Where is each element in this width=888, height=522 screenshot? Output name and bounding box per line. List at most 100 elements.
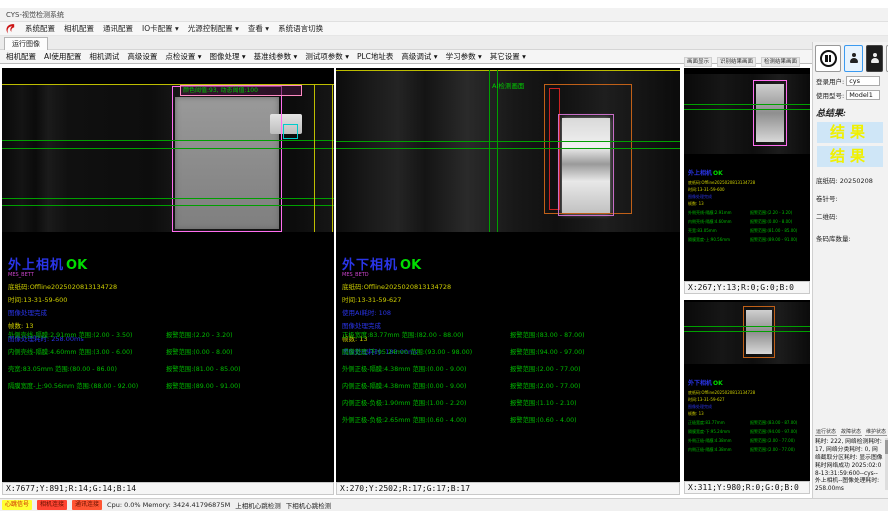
thumb-alarm: 报警范围:(2.00 - 77.00) [750, 438, 806, 444]
menu-item-system-config[interactable]: 系统配置 [25, 23, 55, 34]
roi-rect [753, 80, 787, 146]
tool-image-processing[interactable]: 图像处理 ▾ [210, 51, 246, 62]
measure-name: 隔膜宽度-上:90.56mm [8, 383, 74, 390]
measure-range: 范围:(88.00 - 92.00) [76, 383, 138, 390]
baseline [336, 148, 680, 149]
time-line: 时间:13-31-59-627 [342, 294, 672, 304]
comm-connection-badge: 通讯连接 [72, 500, 102, 510]
menu-item-camera-config[interactable]: 相机配置 [64, 23, 94, 34]
baseline [2, 148, 334, 149]
status-bar: 心跳信号 相机连接 通讯连接 Cpu: 0.0% Memory: 3424.41… [0, 498, 888, 511]
menu-item-language-switch[interactable]: 系统语言切换 [278, 23, 323, 34]
tool-ai-config[interactable]: AI使用配置 [44, 51, 81, 62]
baseline [684, 109, 810, 110]
tool-camera-config[interactable]: 相机配置 [6, 51, 36, 62]
thumb-tab-recognition[interactable]: 识别结果画面 [717, 57, 756, 67]
thumbnail-view-lower[interactable]: 外下相机OK 底纸码:Offline2025020813134728 时间:13… [684, 300, 810, 494]
ai-elapsed-line: 使用AI耗时: 108 [342, 307, 672, 317]
thumbnail-view-tabs: 画面显示 识别结果画面 检测结果画面 [684, 56, 810, 67]
thumb2-code: 底纸码:Offline2025020813134728 [688, 390, 806, 396]
baseline [684, 331, 810, 332]
thumb-measure: 内侧壳线-隔膜:4.60mm [688, 219, 750, 225]
measure-name: 壳宽:83.05mm [8, 366, 53, 373]
tool-other-settings[interactable]: 其它设置 ▾ [490, 51, 526, 62]
log-tab-run[interactable]: 运行状态 [815, 428, 837, 436]
tool-test-params[interactable]: 测试项参数 ▾ [305, 51, 349, 62]
model-field[interactable]: Model1 [846, 90, 880, 100]
menu-item-comm-config[interactable]: 通讯配置 [103, 23, 133, 34]
measure-range: 范围:(0.00 - 9.00) [412, 366, 466, 373]
measure-name: 内侧壳线-隔膜:4.60mm [8, 349, 76, 356]
roi-rect [743, 306, 775, 358]
thumb2-info: 外下相机OK 底纸码:Offline2025020813134728 时间:13… [688, 370, 806, 453]
operator-button[interactable] [866, 45, 883, 72]
thumb-measure: 内侧正极-隔膜:4.38mm [688, 447, 750, 453]
thumb-measure: 隔膜宽度-上:90.56mm [688, 237, 750, 243]
thumb2-time: 时间:13-31-59-627 [688, 397, 806, 403]
tool-plc-address[interactable]: PLC地址表 [357, 51, 393, 62]
thumb-measure: 外侧壳线-隔膜:2.91mm [688, 210, 750, 216]
tab-strip: 运行图像 [0, 36, 888, 50]
tool-spot-check[interactable]: 点检设置 ▾ [165, 51, 201, 62]
measure-name: 外侧壳线-隔膜:2.91mm [8, 332, 76, 339]
camera-view-lower[interactable]: AI检测画面 外下相机OK MES_BETD 底纸码:Offline202502… [336, 68, 680, 495]
measurement-row: 外侧正极-负极:2.65mm 范围:(0.60 - 4.00)报警范围:(0.6… [342, 415, 676, 424]
user-icon [848, 53, 859, 64]
log-tab-fault[interactable]: 故障状态 [840, 428, 862, 436]
thumb-tab-display[interactable]: 画面显示 [684, 57, 712, 67]
tool-camera-debug[interactable]: 相机调试 [89, 51, 119, 62]
log-tab-maintenance[interactable]: 维护状态 [865, 428, 887, 436]
camera-view-upper[interactable]: 颜色阈值:93, 动态阈值:100 外上相机OK MES_BETT 底纸码:Of… [2, 68, 334, 495]
camera1-status-ok: OK [66, 258, 87, 273]
camera1-image: 颜色阈值:93, 动态阈值:100 [2, 84, 334, 232]
camera1-measurements: 外侧壳线-隔膜:2.91mm 范围:(2.00 - 3.50)报警范围:(2.2… [8, 330, 330, 398]
measure-alarm: 报警范围:(2.00 - 77.00) [510, 364, 581, 373]
thumb-tab-detection[interactable]: 检测结果画面 [761, 57, 800, 67]
total-result-label: 总结果: [816, 106, 888, 119]
measure-alarm: 报警范围:(2.00 - 77.00) [510, 381, 581, 390]
threshold-overlay-label: 颜色阈值:93, 动态阈值:100 [180, 85, 302, 96]
thumb1-frames: 帧数: 13 [688, 201, 806, 207]
pause-button[interactable] [815, 45, 841, 72]
measurement-row: 正极宽度:83.77mm 范围:(82.00 - 88.00)报警范围:(83.… [342, 330, 676, 339]
tab-run-image[interactable]: 运行图像 [4, 37, 48, 50]
thumb1-coordinate-bar: X:267;Y:13;R:0;G:0;B:0 [684, 281, 810, 294]
measure-range: 范围:(1.00 - 2.20) [412, 400, 466, 407]
measurement-row: 内侧正极-负极:1.90mm 范围:(1.00 - 2.20)报警范围:(1.1… [342, 398, 676, 407]
measure-alarm: 报警范围:(2.20 - 3.20) [166, 330, 233, 339]
measure-alarm: 报警范围:(83.00 - 87.00) [510, 330, 585, 339]
menu-item-view[interactable]: 查看 ▾ [248, 23, 269, 34]
barcode-count-row: 条码库数量: [816, 233, 888, 243]
tool-advanced-debug[interactable]: 高级调试 ▾ [401, 51, 437, 62]
measure-alarm: 报警范围:(0.00 - 8.00) [166, 347, 233, 356]
menu-item-io-config[interactable]: IO卡配置 ▾ [142, 23, 179, 34]
thumb-alarm: 报警范围:(2.20 - 3.20) [750, 210, 806, 216]
paper-code-label: 底纸码: [816, 177, 838, 185]
thumb1-status: OK [713, 170, 723, 177]
baseline [684, 104, 810, 105]
tool-learning-params[interactable]: 学习参数 ▾ [446, 51, 482, 62]
login-user-button[interactable] [844, 45, 863, 72]
app-logo-icon [4, 23, 16, 35]
measure-name: 隔膜宽度-下:95.24mm [342, 349, 408, 356]
login-user-field[interactable]: cys [846, 76, 880, 86]
thumb-measure: 外侧正极-隔膜:4.38mm [688, 438, 750, 444]
thumb2-done: 图像处理完成 [688, 404, 806, 410]
tool-advanced-settings[interactable]: 高级设置 [127, 51, 157, 62]
thumb-alarm: 报警范围:(94.00 - 97.00) [750, 429, 806, 435]
pause-icon [820, 50, 837, 67]
overlay-line [336, 70, 680, 71]
time-line: 时间:13-31-59-600 [8, 294, 327, 304]
baseline [2, 205, 334, 206]
thumb2-frames: 帧数: 13 [688, 411, 806, 417]
tool-baseline-params[interactable]: 基准线参数 ▾ [254, 51, 298, 62]
camera2-measurements: 正极宽度:83.77mm 范围:(82.00 - 88.00)报警范围:(83.… [342, 330, 676, 432]
thumb-measure: 隔膜宽度-下:95.24mm [688, 429, 750, 435]
thumbnail-view-upper[interactable]: 外上相机OK 底纸码:Offline2025020813134728 时间:13… [684, 68, 810, 294]
menu-item-light-config[interactable]: 光源控制配置 ▾ [188, 23, 239, 34]
paper-code-row: 底纸码: 20250208 [816, 175, 888, 185]
log-section: 运行状态 故障状态 维护状态 耗时: 222, 网络检测耗时: 17, 网络分类… [815, 428, 887, 494]
measurement-row: 外侧正极-隔膜:4.38mm 范围:(0.00 - 9.00)报警范围:(2.0… [342, 364, 676, 373]
camera1-title: 外上相机 [8, 258, 64, 273]
right-sidebar: 登录用户: cys 使用型号: Model1 总结果: 结果 结果 底纸码: 2… [812, 42, 888, 498]
